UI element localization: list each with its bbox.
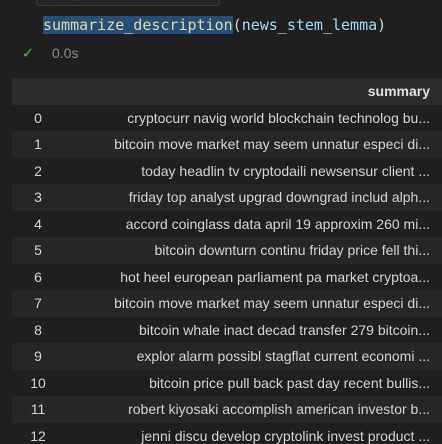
- output-table-container[interactable]: summary 0 cryptocurr navig world blockcha…: [12, 78, 442, 444]
- table-row: 6 hot heel european parliament pa market …: [12, 263, 442, 290]
- code-line[interactable]: summarize_description(news_stem_lemma): [43, 14, 386, 36]
- summary-cell: jenni discu develop cryptolink invest pr…: [141, 427, 430, 444]
- row-index: 10: [30, 374, 46, 391]
- row-index: 1: [34, 136, 42, 153]
- summary-column-header: summary: [367, 83, 430, 100]
- summary-cell: hot heel european parliament pa market c…: [120, 268, 430, 285]
- table-row: 8 bitcoin whale inact decad transfer 279 …: [12, 316, 442, 343]
- execution-time: 0.0s: [52, 45, 79, 61]
- row-index: 8: [34, 321, 42, 338]
- run-by-line-icon[interactable]: ↓: [47, 0, 52, 3]
- function-argument: news_stem_lemma: [241, 16, 378, 34]
- summary-cell: today headlin tv cryptodaili newsensur c…: [141, 162, 430, 179]
- open-paren: (: [232, 16, 242, 34]
- more-icon[interactable]: ⋯: [100, 0, 110, 3]
- table-row: 0 cryptocurr navig world blockchain techn…: [12, 104, 442, 131]
- function-name: summarize_description: [43, 16, 233, 34]
- row-index: 2: [34, 162, 42, 179]
- table-row: 2 today headlin tv cryptodaili newsensur …: [12, 157, 442, 184]
- row-index: 12: [30, 427, 46, 444]
- table-row: 11 robert kiyosaki accomplish american in…: [12, 396, 442, 423]
- summary-cell: bitcoin whale inact decad transfer 279 b…: [138, 321, 430, 338]
- check-icon: ✓: [21, 45, 35, 62]
- close-paren: ): [377, 16, 387, 34]
- table-row: 5 bitcoin downturn continu friday price f…: [12, 237, 442, 264]
- table-row: 4 accord coinglass data april 19 approxim…: [12, 210, 442, 237]
- summary-cell: explor alarm possibl stagflat current ec…: [136, 348, 430, 365]
- row-index: 5: [34, 242, 42, 259]
- table-row: 3 friday top analyst upgrad downgrad incl…: [12, 184, 442, 211]
- table-row: 9 explor alarm possibl stagflat current e…: [12, 343, 442, 370]
- output-table: summary 0 cryptocurr navig world blockcha…: [12, 78, 442, 444]
- table-row: 12 jenni discu develop cryptolink invest …: [12, 422, 442, 444]
- cell-toolbar: ↓ ⊞ ⋯: [36, 0, 220, 6]
- table-row: 7 bitcoin move market may seem unnatur es…: [12, 290, 442, 317]
- summary-cell: robert kiyosaki accomplish american inve…: [128, 401, 430, 418]
- row-index: 11: [30, 401, 46, 418]
- summary-cell: bitcoin move market may seem unnatur esp…: [114, 295, 430, 312]
- table-header-row: summary: [12, 78, 442, 105]
- table-body: 0 cryptocurr navig world blockchain techn…: [12, 104, 442, 444]
- table-row: 1 bitcoin move market may seem unnatur es…: [12, 131, 442, 158]
- summary-cell: cryptocurr navig world blockchain techno…: [127, 109, 430, 126]
- row-index: 0: [34, 109, 42, 126]
- row-index: 9: [34, 348, 42, 365]
- index-column-header: [12, 78, 76, 105]
- row-index: 6: [34, 268, 42, 285]
- row-index: 3: [34, 189, 42, 206]
- summary-cell: bitcoin downturn continu friday price fe…: [154, 242, 430, 259]
- summary-cell: bitcoin price pull back past day recent …: [149, 374, 430, 391]
- table-row: 10 bitcoin price pull back past day recen…: [12, 369, 442, 396]
- summary-cell: bitcoin move market may seem unnatur esp…: [114, 136, 430, 153]
- split-icon[interactable]: ⊞: [72, 0, 80, 3]
- summary-cell: friday top analyst upgrad downgrad inclu…: [128, 189, 430, 206]
- row-index: 7: [34, 295, 42, 312]
- row-index: 4: [34, 215, 42, 232]
- cell-status: ✓ 0.0s: [20, 44, 79, 62]
- summary-cell: accord coinglass data april 19 approxim …: [125, 215, 430, 232]
